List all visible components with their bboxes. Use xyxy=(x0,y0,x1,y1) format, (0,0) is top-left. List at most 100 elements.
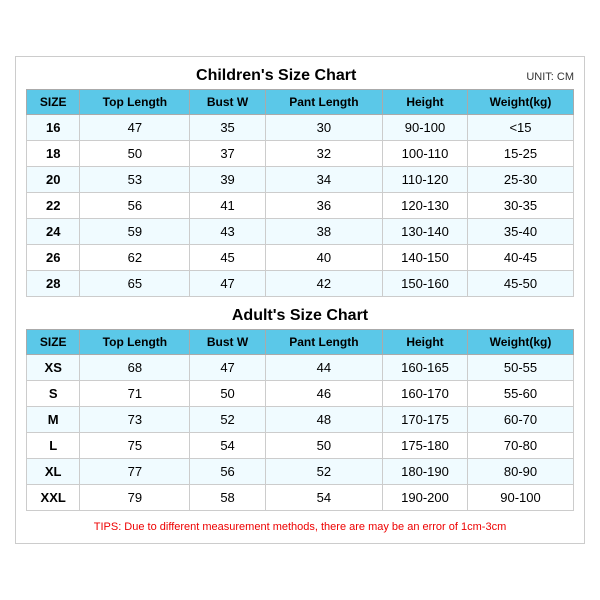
table-row: 28654742150-16045-50 xyxy=(27,271,574,297)
table-row: 1647353090-100<15 xyxy=(27,115,574,141)
table-cell: 32 xyxy=(265,141,382,167)
table-cell: 25-30 xyxy=(467,167,573,193)
table-cell: 68 xyxy=(80,355,190,381)
table-cell: L xyxy=(27,433,80,459)
table-cell: 18 xyxy=(27,141,80,167)
adult-size-table: SIZETop LengthBust WPant LengthHeightWei… xyxy=(26,329,574,511)
table-cell: 44 xyxy=(265,355,382,381)
children-header-cell: SIZE xyxy=(27,90,80,115)
children-header-cell: Bust W xyxy=(190,90,265,115)
table-cell: 38 xyxy=(265,219,382,245)
children-chart-title: Children's Size Chart xyxy=(26,67,526,85)
table-cell: 40 xyxy=(265,245,382,271)
table-cell: 150-160 xyxy=(383,271,468,297)
table-row: L755450175-18070-80 xyxy=(27,433,574,459)
table-cell: 180-190 xyxy=(383,459,468,485)
table-cell: 48 xyxy=(265,407,382,433)
table-cell: 40-45 xyxy=(467,245,573,271)
table-cell: 190-200 xyxy=(383,485,468,511)
adult-header-row: SIZETop LengthBust WPant LengthHeightWei… xyxy=(27,330,574,355)
table-cell: 56 xyxy=(190,459,265,485)
adult-chart-title: Adult's Size Chart xyxy=(232,307,368,325)
table-cell: 175-180 xyxy=(383,433,468,459)
table-row: M735248170-17560-70 xyxy=(27,407,574,433)
table-row: 26624540140-15040-45 xyxy=(27,245,574,271)
table-cell: 160-170 xyxy=(383,381,468,407)
table-cell: 47 xyxy=(190,271,265,297)
table-row: XL775652180-19080-90 xyxy=(27,459,574,485)
table-cell: 30-35 xyxy=(467,193,573,219)
table-cell: 37 xyxy=(190,141,265,167)
adult-title-row: Adult's Size Chart xyxy=(26,307,574,325)
table-cell: 77 xyxy=(80,459,190,485)
table-cell: 30 xyxy=(265,115,382,141)
table-cell: <15 xyxy=(467,115,573,141)
table-cell: 34 xyxy=(265,167,382,193)
table-cell: S xyxy=(27,381,80,407)
table-cell: 43 xyxy=(190,219,265,245)
table-cell: 100-110 xyxy=(383,141,468,167)
table-cell: 160-165 xyxy=(383,355,468,381)
table-cell: 28 xyxy=(27,271,80,297)
children-header-cell: Weight(kg) xyxy=(467,90,573,115)
table-cell: M xyxy=(27,407,80,433)
table-cell: 58 xyxy=(190,485,265,511)
table-cell: 26 xyxy=(27,245,80,271)
children-header-cell: Pant Length xyxy=(265,90,382,115)
table-cell: XS xyxy=(27,355,80,381)
table-cell: 60-70 xyxy=(467,407,573,433)
table-cell: 22 xyxy=(27,193,80,219)
table-row: 22564136120-13030-35 xyxy=(27,193,574,219)
table-cell: 41 xyxy=(190,193,265,219)
table-cell: 55-60 xyxy=(467,381,573,407)
children-header-row: SIZETop LengthBust WPant LengthHeightWei… xyxy=(27,90,574,115)
table-cell: 24 xyxy=(27,219,80,245)
adult-header-cell: SIZE xyxy=(27,330,80,355)
table-cell: 90-100 xyxy=(467,485,573,511)
table-row: 20533934110-12025-30 xyxy=(27,167,574,193)
table-row: XS684744160-16550-55 xyxy=(27,355,574,381)
table-cell: 170-175 xyxy=(383,407,468,433)
table-cell: 110-120 xyxy=(383,167,468,193)
table-cell: 39 xyxy=(190,167,265,193)
table-cell: 15-25 xyxy=(467,141,573,167)
table-cell: 90-100 xyxy=(383,115,468,141)
table-cell: 45 xyxy=(190,245,265,271)
children-header-cell: Top Length xyxy=(80,90,190,115)
table-row: XXL795854190-20090-100 xyxy=(27,485,574,511)
table-cell: 130-140 xyxy=(383,219,468,245)
table-cell: 73 xyxy=(80,407,190,433)
table-cell: 16 xyxy=(27,115,80,141)
table-cell: 59 xyxy=(80,219,190,245)
table-cell: 80-90 xyxy=(467,459,573,485)
table-cell: XXL xyxy=(27,485,80,511)
table-cell: 50 xyxy=(190,381,265,407)
table-cell: 36 xyxy=(265,193,382,219)
adult-header-cell: Bust W xyxy=(190,330,265,355)
adult-header-cell: Pant Length xyxy=(265,330,382,355)
table-cell: 35 xyxy=(190,115,265,141)
table-cell: 52 xyxy=(190,407,265,433)
unit-label: UNIT: CM xyxy=(526,71,574,83)
table-cell: 52 xyxy=(265,459,382,485)
table-cell: 65 xyxy=(80,271,190,297)
table-cell: 120-130 xyxy=(383,193,468,219)
adult-header-cell: Top Length xyxy=(80,330,190,355)
table-cell: 47 xyxy=(190,355,265,381)
children-header-cell: Height xyxy=(383,90,468,115)
table-cell: 42 xyxy=(265,271,382,297)
table-row: 18503732100-11015-25 xyxy=(27,141,574,167)
adult-header-cell: Height xyxy=(383,330,468,355)
table-cell: 54 xyxy=(265,485,382,511)
table-cell: 53 xyxy=(80,167,190,193)
table-cell: 70-80 xyxy=(467,433,573,459)
table-row: S715046160-17055-60 xyxy=(27,381,574,407)
table-cell: 75 xyxy=(80,433,190,459)
table-cell: 50 xyxy=(265,433,382,459)
table-cell: 62 xyxy=(80,245,190,271)
table-cell: 54 xyxy=(190,433,265,459)
table-cell: 140-150 xyxy=(383,245,468,271)
table-cell: 50-55 xyxy=(467,355,573,381)
table-cell: 50 xyxy=(80,141,190,167)
table-cell: 46 xyxy=(265,381,382,407)
